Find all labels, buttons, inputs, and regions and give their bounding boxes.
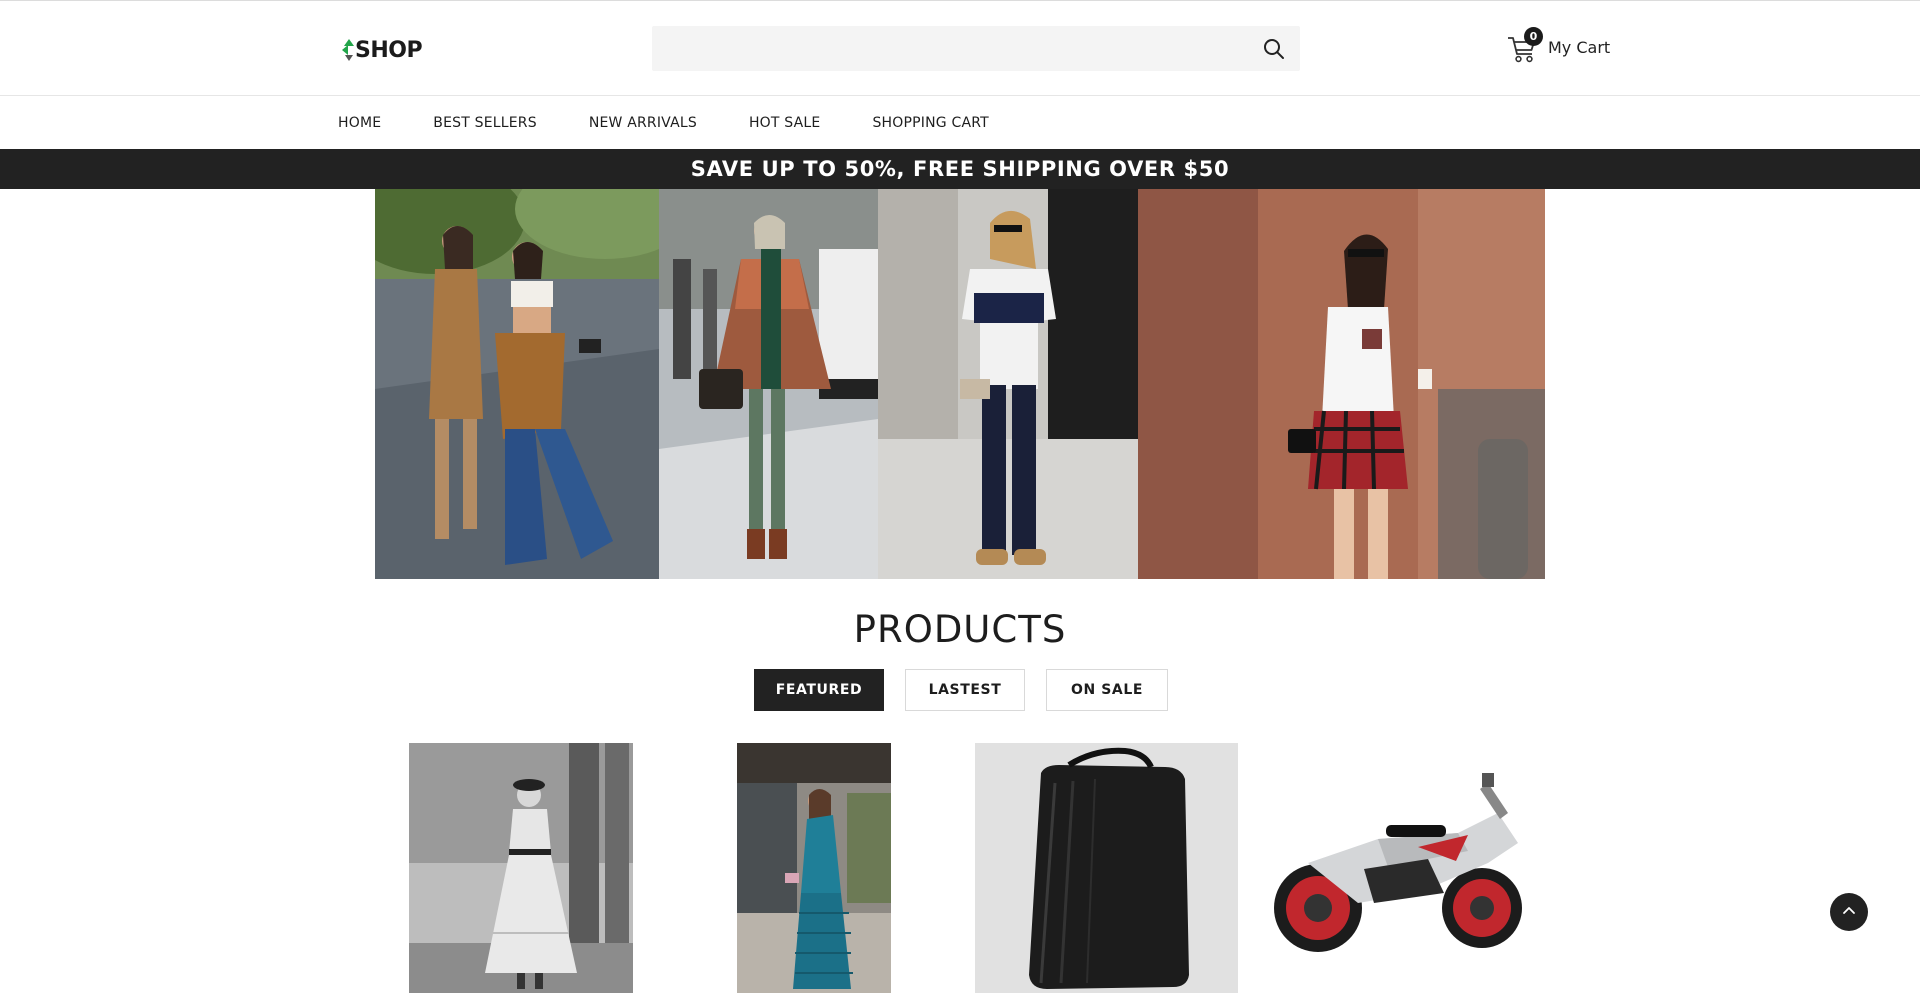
hero-image-plaid-skirt (1138, 189, 1545, 579)
hero-image-plaid-poncho (659, 189, 878, 579)
hero-image-striped-tee (878, 189, 1138, 579)
product-image-motorcycle[interactable] (1268, 743, 1530, 973)
nav-item-new-arrivals[interactable]: NEW ARRIVALS (589, 115, 697, 131)
search-input[interactable] (652, 26, 1242, 71)
product-image-teal-dress[interactable] (737, 743, 891, 993)
chevron-up-icon (1841, 902, 1857, 922)
back-to-top-button[interactable] (1830, 893, 1868, 931)
cart-label: My Cart (1548, 37, 1611, 57)
cart-count-badge: 0 (1524, 27, 1543, 46)
nav-item-best-sellers[interactable]: BEST SELLERS (433, 115, 537, 131)
tab-on-sale[interactable]: ON SALE (1046, 669, 1168, 711)
product-image-vintage-dress[interactable] (409, 743, 633, 993)
product-image-black-backpack[interactable] (975, 743, 1238, 993)
search-bar (652, 26, 1300, 71)
cart-icon: 0 (1506, 27, 1543, 64)
cart-button[interactable]: 0 My Cart (1506, 27, 1610, 67)
hero-banner[interactable] (375, 189, 1545, 579)
nav-item-home[interactable]: HOME (338, 115, 381, 131)
nav-item-shopping-cart[interactable]: SHOPPING CART (872, 115, 988, 131)
logo-arrows-icon (342, 33, 354, 67)
products-tabs: FEATURED LASTEST ON SALE (754, 669, 1189, 711)
search-icon[interactable] (1262, 37, 1286, 61)
main-nav: HOME BEST SELLERS NEW ARRIVALS HOT SALE … (0, 97, 1920, 149)
logo-text: SHOP (355, 37, 423, 63)
shop-logo[interactable]: SHOP (342, 33, 423, 67)
site-header: SHOP 0 My Cart (0, 1, 1920, 96)
tab-featured[interactable]: FEATURED (754, 669, 884, 711)
products-title: PRODUCTS (853, 608, 1067, 651)
nav-item-hot-sale[interactable]: HOT SALE (749, 115, 821, 131)
tab-lastest[interactable]: LASTEST (905, 669, 1025, 711)
promo-banner: SAVE UP TO 50%, FREE SHIPPING OVER $50 (0, 149, 1920, 189)
hero-image-street-duo (375, 189, 659, 579)
